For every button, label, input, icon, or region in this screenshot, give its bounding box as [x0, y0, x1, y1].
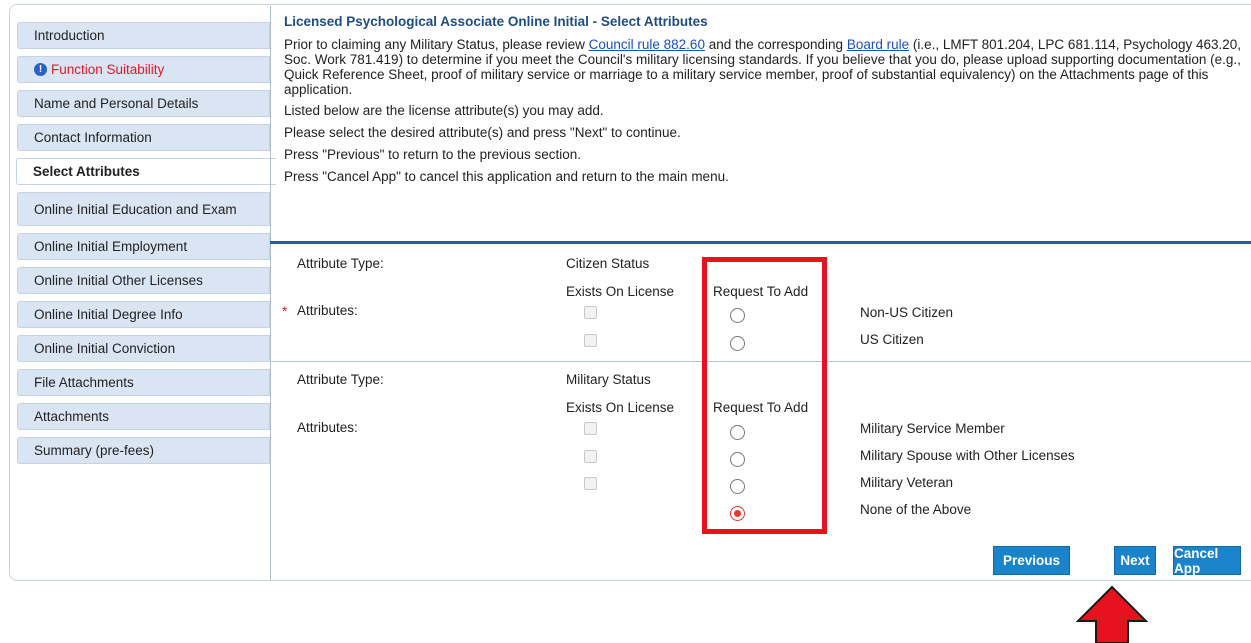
sidebar-item-contact[interactable]: Contact Information — [17, 124, 270, 151]
sidebar-item-label: Name and Personal Details — [34, 96, 199, 111]
sidebar-item-label: Select Attributes — [33, 164, 140, 179]
next-button[interactable]: Next — [1114, 546, 1156, 575]
sidebar-item-label: Contact Information — [34, 130, 152, 145]
sidebar-divider — [270, 6, 271, 580]
instruction-cancel: Press "Cancel App" to cancel this applic… — [284, 169, 729, 184]
sidebar-item-summary[interactable]: Summary (pre-fees) — [17, 437, 270, 464]
attribute-type-value: Citizen Status — [566, 256, 650, 271]
option-label-non-us-citizen: Non-US Citizen — [860, 305, 954, 320]
notice-text: Prior to claiming any Military Status, p… — [284, 37, 589, 52]
sidebar-item-label: Summary (pre-fees) — [34, 443, 155, 458]
sidebar-item-label: Function Suitability — [51, 62, 165, 77]
sidebar-item-select-attributes[interactable]: Select Attributes — [16, 158, 276, 185]
col-exists-on-license: Exists On License — [566, 284, 675, 299]
instruction-select: Please select the desired attribute(s) a… — [284, 125, 681, 140]
sidebar-item-label: Online Initial Other Licenses — [34, 273, 203, 288]
board-rule-link[interactable]: Board rule — [847, 37, 909, 52]
exists-checkbox-non-us-citizen — [584, 306, 597, 319]
sidebar-item-education-exam[interactable]: Online Initial Education and Exam — [17, 192, 270, 226]
council-rule-link[interactable]: Council rule 882.60 — [589, 37, 705, 52]
up-arrow-icon — [1076, 585, 1148, 643]
info-circle-icon: ! — [34, 63, 47, 76]
sidebar-item-attachments[interactable]: Attachments — [17, 403, 270, 430]
attribute-type-label: Attribute Type: — [297, 372, 384, 387]
option-label-none-of-above: None of the Above — [860, 502, 972, 517]
instruction-previous: Press "Previous" to return to the previo… — [284, 147, 581, 162]
sidebar-item-employment[interactable]: Online Initial Employment — [17, 233, 270, 260]
option-label-service-member: Military Service Member — [860, 421, 1005, 436]
sidebar-item-label: Attachments — [34, 409, 110, 424]
sidebar-item-other-licenses[interactable]: Online Initial Other Licenses — [17, 267, 270, 294]
option-label-veteran: Military Veteran — [860, 475, 954, 490]
sidebar-nav: Introduction ! Function Suitability Name … — [16, 22, 276, 471]
exists-checkbox-spouse — [584, 450, 597, 463]
sidebar-item-file-attachments[interactable]: File Attachments — [17, 369, 270, 396]
option-label-spouse: Military Spouse with Other Licenses — [860, 448, 1075, 463]
sidebar-item-function-suitability[interactable]: ! Function Suitability — [17, 56, 270, 83]
exists-checkbox-service-member — [584, 422, 597, 435]
sidebar-item-degree-info[interactable]: Online Initial Degree Info — [17, 301, 270, 328]
sidebar-item-conviction[interactable]: Online Initial Conviction — [17, 335, 270, 362]
sidebar-item-label: Online Initial Education and Exam — [34, 201, 237, 217]
attributes-label: Attributes: — [297, 303, 358, 318]
cancel-app-button[interactable]: Cancel App — [1173, 546, 1241, 576]
attribute-type-value: Military Status — [566, 372, 651, 387]
page-title: Licensed Psychological Associate Online … — [284, 14, 708, 29]
sidebar-item-name-personal[interactable]: Name and Personal Details — [17, 90, 270, 117]
sidebar-item-label: Online Initial Employment — [34, 239, 188, 254]
attributes-label: Attributes: — [297, 420, 358, 435]
sidebar-item-label: Introduction — [34, 28, 105, 43]
sidebar-item-label: Online Initial Conviction — [34, 341, 176, 356]
highlight-box — [702, 257, 827, 534]
exists-checkbox-veteran — [584, 477, 597, 490]
notice-text: and the corresponding — [704, 37, 847, 52]
section-divider — [270, 241, 1251, 244]
exists-checkbox-us-citizen — [584, 334, 597, 347]
military-notice: Prior to claiming any Military Status, p… — [284, 37, 1244, 97]
previous-button[interactable]: Previous — [993, 546, 1070, 575]
attribute-type-label: Attribute Type: — [297, 256, 384, 271]
sidebar-item-label: File Attachments — [34, 375, 134, 390]
sidebar-item-label: Online Initial Degree Info — [34, 307, 183, 322]
option-label-us-citizen: US Citizen — [860, 332, 924, 347]
col-exists-on-license: Exists On License — [566, 400, 675, 415]
sidebar-item-introduction[interactable]: Introduction — [17, 22, 270, 49]
instruction-listed: Listed below are the license attribute(s… — [284, 103, 604, 118]
required-marker: * — [282, 304, 288, 319]
main-content: Licensed Psychological Associate Online … — [284, 14, 1244, 185]
